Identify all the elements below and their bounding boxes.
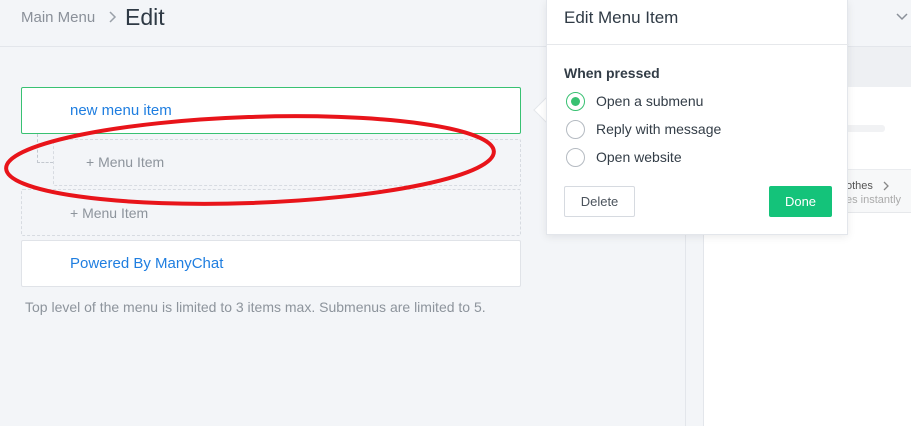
radio-open-website[interactable]: Open website bbox=[566, 148, 826, 168]
radio-label: Open website bbox=[596, 149, 682, 165]
add-submenu-item-label: + Menu Item bbox=[86, 154, 165, 170]
done-button[interactable]: Done bbox=[769, 186, 832, 217]
powered-by-label: Powered By ManyChat bbox=[70, 255, 224, 272]
radio-unchecked-icon bbox=[566, 120, 585, 139]
breadcrumb-main-menu[interactable]: Main Menu bbox=[21, 9, 95, 26]
add-submenu-item-button[interactable]: + Menu Item bbox=[53, 139, 521, 186]
preview-header bbox=[847, 47, 911, 87]
when-pressed-label: When pressed bbox=[564, 65, 660, 81]
popover-divider bbox=[547, 44, 849, 45]
submenu-connector bbox=[37, 134, 53, 163]
preview-item-title: othes bbox=[846, 180, 873, 192]
menu-item-active[interactable]: new menu item bbox=[21, 87, 521, 134]
add-menu-item-label: + Menu Item bbox=[70, 205, 149, 221]
popover-title: Edit Menu Item bbox=[564, 8, 679, 27]
menu-item-label: new menu item bbox=[70, 102, 172, 119]
edit-menu-item-popover: Edit Menu Item When pressed Open a subme… bbox=[546, 0, 849, 235]
radio-reply-with-message[interactable]: Reply with message bbox=[566, 120, 826, 140]
powered-by-item[interactable]: Powered By ManyChat bbox=[21, 240, 521, 287]
radio-checked-icon bbox=[566, 92, 585, 111]
radio-unchecked-icon bbox=[566, 148, 585, 167]
preview-item-subtitle: es instantly bbox=[846, 194, 902, 206]
radio-label: Reply with message bbox=[596, 121, 722, 137]
add-menu-item-button[interactable]: + Menu Item bbox=[21, 189, 521, 236]
radio-label: Open a submenu bbox=[596, 93, 704, 109]
chevron-right-icon bbox=[883, 181, 889, 191]
delete-button[interactable]: Delete bbox=[564, 186, 635, 217]
chevron-down-icon[interactable] bbox=[896, 12, 908, 22]
page-title: Edit bbox=[125, 4, 165, 30]
radio-open-submenu[interactable]: Open a submenu bbox=[566, 92, 826, 112]
menu-limit-hint: Top level of the menu is limited to 3 it… bbox=[25, 299, 486, 315]
chevron-right-icon bbox=[109, 11, 117, 23]
